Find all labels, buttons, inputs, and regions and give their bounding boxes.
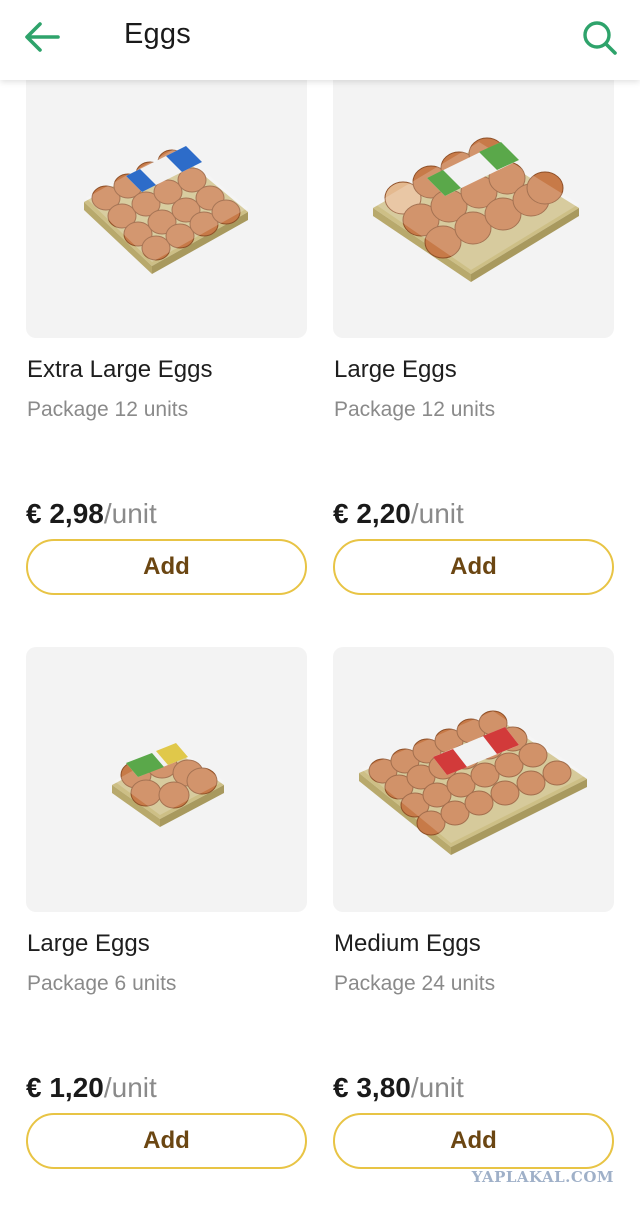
- price-unit: /unit: [103, 498, 157, 529]
- product-package: Package 24 units: [334, 972, 496, 995]
- back-button[interactable]: [18, 14, 68, 60]
- search-button[interactable]: [574, 12, 624, 62]
- price-value: € 3,80: [333, 1072, 411, 1103]
- egg-carton-image: [373, 137, 579, 282]
- product-package: Package 12 units: [334, 398, 496, 421]
- product-image[interactable]: [333, 70, 614, 338]
- product-name: Large Eggs: [27, 930, 150, 957]
- egg-carton-image: [84, 146, 248, 274]
- product-image[interactable]: [333, 647, 614, 912]
- price-value: € 1,20: [26, 1072, 104, 1103]
- egg-carton-image: [359, 710, 587, 855]
- add-button-label: Add: [450, 1127, 497, 1154]
- page-title: Eggs: [124, 18, 191, 50]
- product-image[interactable]: [26, 70, 307, 338]
- product-name: Large Eggs: [334, 356, 457, 383]
- price-unit: /unit: [103, 1072, 157, 1103]
- product-name: Medium Eggs: [334, 930, 481, 957]
- add-button[interactable]: Add: [26, 539, 307, 595]
- add-button[interactable]: Add: [333, 539, 614, 595]
- price-unit: /unit: [410, 498, 464, 529]
- add-button[interactable]: Add: [333, 1113, 614, 1169]
- arrow-left-icon: [25, 22, 60, 52]
- add-button-label: Add: [143, 553, 190, 580]
- product-price: € 3,80/unit: [333, 1072, 464, 1104]
- search-icon: [583, 21, 617, 55]
- add-button[interactable]: Add: [26, 1113, 307, 1169]
- product-package: Package 12 units: [27, 398, 189, 421]
- add-button-label: Add: [143, 1127, 190, 1154]
- app-bar: Eggs: [0, 0, 640, 80]
- price-value: € 2,20: [333, 498, 411, 529]
- product-image[interactable]: [26, 647, 307, 912]
- product-package: Package 6 units: [27, 972, 177, 995]
- product-price: € 1,20/unit: [26, 1072, 157, 1104]
- watermark: YAPLAKAL.COM: [471, 1168, 614, 1186]
- product-name: Extra Large Eggs: [27, 356, 213, 383]
- egg-carton-image: [112, 743, 224, 827]
- product-price: € 2,98/unit: [26, 498, 157, 530]
- price-unit: /unit: [410, 1072, 464, 1103]
- price-value: € 2,98: [26, 498, 104, 529]
- product-price: € 2,20/unit: [333, 498, 464, 530]
- add-button-label: Add: [450, 553, 497, 580]
